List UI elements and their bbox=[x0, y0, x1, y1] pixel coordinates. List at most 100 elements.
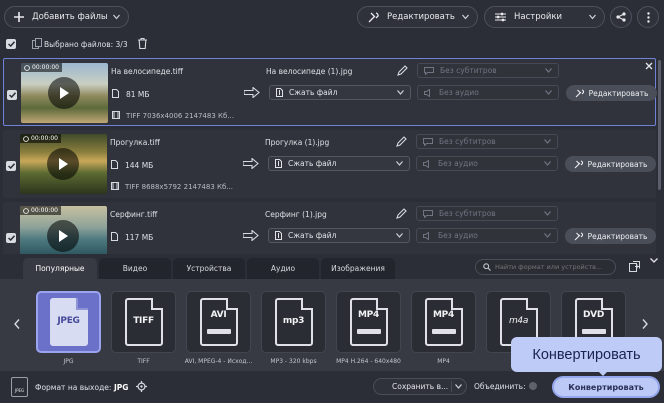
file-checkbox[interactable] bbox=[6, 161, 16, 171]
sound-icon bbox=[423, 159, 429, 168]
collapse-chevron-icon[interactable] bbox=[650, 258, 658, 263]
format-label: AVI, MPEG-4 - Исход... bbox=[184, 358, 253, 365]
save-to-label: Сохранить в... bbox=[392, 382, 449, 391]
sliders-icon bbox=[495, 12, 506, 22]
next-arrow-icon[interactable] bbox=[642, 319, 648, 329]
compress-select[interactable]: Сжать файл bbox=[268, 228, 410, 243]
format-jpg[interactable]: JPEG bbox=[36, 291, 101, 353]
compress-select[interactable]: Сжать файл bbox=[268, 156, 410, 171]
convert-arrow-icon bbox=[244, 87, 260, 98]
tools-icon bbox=[574, 159, 583, 168]
format-label: MP4 bbox=[437, 358, 450, 365]
pencil-icon[interactable] bbox=[396, 208, 407, 219]
settings-menu-label: Настройки bbox=[514, 12, 563, 22]
timestamp: 00:00:00 bbox=[20, 206, 61, 215]
audio-select[interactable]: Без аудио bbox=[417, 85, 559, 100]
files-icon bbox=[32, 38, 42, 49]
subtitles-select[interactable]: Без субтитров bbox=[416, 134, 558, 149]
convert-tooltip: Конвертировать bbox=[511, 337, 662, 372]
tools-icon bbox=[368, 11, 379, 22]
format-tiff[interactable]: TIFF bbox=[111, 291, 176, 353]
file-info: TIFF 7036x4006 2147483 Кб... bbox=[126, 112, 234, 120]
selected-files-label: Выбрано файлов: 3/3 bbox=[44, 40, 128, 49]
chevron-down-icon bbox=[397, 90, 404, 95]
subtitles-icon bbox=[424, 66, 434, 75]
timestamp: 00:00:00 bbox=[20, 134, 61, 143]
settings-menu-button[interactable]: Настройки bbox=[484, 6, 605, 28]
close-icon[interactable] bbox=[645, 62, 653, 70]
file-checkbox[interactable] bbox=[6, 233, 16, 243]
file-size: 144 МБ bbox=[125, 161, 154, 170]
file-icon bbox=[111, 232, 118, 241]
pencil-icon[interactable] bbox=[396, 136, 407, 147]
file-icon bbox=[111, 160, 118, 169]
chevron-down-icon bbox=[545, 90, 552, 95]
file-item[interactable]: 00:00:00 На велосипеде.tiff 81 МБ TIFF 7… bbox=[3, 58, 657, 126]
plus-icon bbox=[14, 12, 24, 22]
play-button[interactable] bbox=[47, 148, 79, 180]
format-mp3[interactable]: mp3 bbox=[261, 291, 326, 353]
select-all-checkbox[interactable] bbox=[6, 39, 16, 49]
file-thumbnail[interactable]: 00:00:00 bbox=[21, 63, 108, 123]
add-format-icon[interactable] bbox=[629, 261, 640, 272]
file-item[interactable]: 00:00:00 Прогулка.tiff 144 МБ TIFF 8688x… bbox=[3, 130, 656, 198]
tab-images[interactable]: Изображения bbox=[321, 258, 395, 279]
more-button[interactable] bbox=[637, 6, 659, 28]
tab-popular[interactable]: Популярные bbox=[23, 258, 97, 279]
format-mp4-h264[interactable]: MP4 bbox=[336, 291, 401, 353]
tab-video[interactable]: Видео bbox=[99, 258, 171, 279]
pencil-icon[interactable] bbox=[397, 65, 408, 76]
timestamp: 00:00:00 bbox=[21, 63, 62, 72]
convert-button[interactable]: Конвертировать bbox=[554, 378, 658, 396]
merge-toggle[interactable] bbox=[529, 382, 537, 390]
file-list-scrollbar[interactable] bbox=[658, 60, 661, 190]
file-icon bbox=[112, 89, 119, 98]
format-mp4[interactable]: MP4 bbox=[411, 291, 476, 353]
file-thumbnail[interactable]: 00:00:00 bbox=[20, 134, 107, 194]
tab-audio[interactable]: Аудио bbox=[247, 258, 319, 279]
clock-icon bbox=[24, 64, 30, 71]
file-item[interactable]: 00:00:00 Серфинг.tiff 117 МБ Серфинг (1)… bbox=[3, 202, 656, 254]
file-size: 117 МБ bbox=[125, 233, 154, 242]
play-icon bbox=[60, 87, 69, 99]
file-thumbnail[interactable]: 00:00:00 bbox=[20, 206, 107, 254]
prev-arrow-icon[interactable] bbox=[14, 319, 20, 329]
chevron-down-icon bbox=[544, 139, 551, 144]
add-files-button[interactable]: Добавить файлы bbox=[4, 6, 129, 28]
compress-select[interactable]: Сжать файл bbox=[269, 85, 411, 100]
search-input[interactable] bbox=[495, 263, 615, 271]
trash-icon[interactable] bbox=[138, 38, 147, 49]
output-filename: Серфинг (1).jpg bbox=[265, 210, 327, 219]
subtitles-icon bbox=[423, 209, 433, 218]
format-avi[interactable]: AVI bbox=[186, 291, 251, 353]
edit-file-button[interactable]: Редактировать bbox=[565, 228, 656, 244]
subtitles-select[interactable]: Без субтитров bbox=[416, 206, 558, 221]
audio-select[interactable]: Без аудио bbox=[416, 228, 558, 243]
edit-file-button[interactable]: Редактировать bbox=[566, 85, 657, 101]
file-name: Прогулка.tiff bbox=[110, 138, 160, 147]
audio-select[interactable]: Без аудио bbox=[416, 156, 558, 171]
share-button[interactable] bbox=[610, 6, 632, 28]
gear-icon[interactable] bbox=[136, 381, 147, 392]
file-name: На велосипеде.tiff bbox=[111, 67, 183, 76]
play-button[interactable] bbox=[47, 220, 79, 252]
chevron-down-icon bbox=[113, 14, 120, 20]
sound-icon bbox=[424, 88, 430, 97]
edit-menu-label: Редактировать bbox=[387, 12, 455, 22]
save-to-button[interactable]: Сохранить в... bbox=[373, 378, 467, 395]
subtitles-select[interactable]: Без субтитров bbox=[417, 63, 559, 78]
play-button[interactable] bbox=[48, 77, 80, 109]
check-icon bbox=[7, 163, 15, 169]
format-search[interactable] bbox=[475, 259, 616, 275]
tab-devices[interactable]: Устройства bbox=[173, 258, 245, 279]
edit-file-button[interactable]: Редактировать bbox=[565, 156, 656, 172]
compress-icon bbox=[275, 159, 282, 168]
edit-menu-button[interactable]: Редактировать bbox=[357, 6, 478, 28]
convert-arrow-icon bbox=[243, 158, 259, 169]
convert-tooltip-text: Конвертировать bbox=[532, 346, 641, 363]
chevron-down-icon bbox=[396, 161, 403, 166]
tools-icon bbox=[574, 231, 583, 240]
file-checkbox[interactable] bbox=[7, 90, 17, 100]
sound-icon bbox=[423, 231, 429, 240]
tools-icon bbox=[575, 88, 584, 97]
